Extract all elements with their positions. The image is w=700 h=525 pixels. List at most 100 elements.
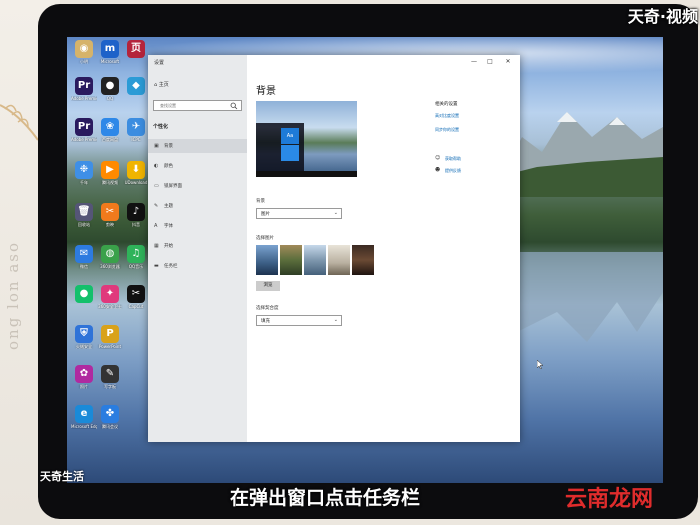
desktop-icon[interactable]: ◆ [123,77,149,96]
sidebar-item-3[interactable]: ▭ 锁屏界面 [148,179,247,193]
picture-thumb-1[interactable] [256,245,278,275]
desktop-icon[interactable]: 页 [123,40,149,59]
picture-thumb-2[interactable] [280,245,302,275]
desktop-icon-label: 百度网盘 [102,137,118,142]
app-icon: ● [75,285,93,303]
app-icon [127,325,145,343]
desktop-icon[interactable]: ⬇ UDownload [123,161,149,185]
sidebar-item-label: 开始 [164,244,173,249]
desktop-icon-label: 火绒安全 [76,344,92,349]
desktop-icon-label: 回收站 [78,222,90,227]
app-icon: Pr [75,118,93,136]
desktop-icon[interactable]: ● QQ [97,77,123,101]
related-settings-title: 相关的设置 [435,102,458,107]
desktop-icon[interactable]: ✤ 腾讯会议 [97,405,123,429]
desktop-icon[interactable]: ♫ QQ音乐 [123,245,149,269]
desktop-icon[interactable]: ✿ 照片 [71,365,97,389]
desktop-icon-label: 小明 [80,59,88,64]
desktop-icon[interactable]: P PowerPoint [97,325,123,349]
site-watermark: 云南龙网 [565,487,654,512]
app-icon [127,365,145,383]
sidebar-item-label: 颜色 [164,164,173,169]
app-icon: ✎ [101,365,119,383]
home-label: 主页 [158,82,169,88]
picture-thumb-3[interactable] [304,245,326,275]
desktop-icon-label: 剪映 [106,222,114,227]
mouse-cursor-icon [537,360,544,369]
nav-icon: ▭ [154,183,159,189]
desktop-icon[interactable]: ▶ 腾讯视频 [97,161,123,185]
get-help-link[interactable]: 获取帮助 [445,156,461,162]
sidebar-item-1[interactable]: ▣ 背景 [148,139,247,153]
search-input[interactable]: 查找设置 [153,100,242,111]
picture-thumb-4[interactable] [328,245,350,275]
feedback-link[interactable]: 提供反馈 [445,168,461,174]
desktop-icon[interactable]: ● [71,285,97,304]
desktop-icon[interactable]: ✦ 360安全卫士 [97,285,123,309]
preview-tile-2 [281,145,299,161]
desktop-icon[interactable]: ✂ CapCut [123,285,149,309]
desktop-icon[interactable]: ✂ 剪映 [97,203,123,227]
sidebar-item-6[interactable]: ▦ 开始 [148,239,247,253]
sync-settings-link[interactable]: 同步你的设置 [435,127,459,133]
help-icon: ☺ [435,155,441,161]
background-dropdown[interactable]: 图片 ⌄ [256,208,342,219]
desktop-icon[interactable]: ⛨ 火绒安全 [71,325,97,349]
app-icon: ⛨ [75,325,93,343]
sidebar-item-4[interactable]: ✎ 主题 [148,199,247,213]
page-title: 背景 [256,86,276,97]
app-icon: ● [101,77,119,95]
video-caption: 在弹出窗口点击任务栏 [230,487,421,509]
preview-taskbar [256,171,357,177]
desktop-icon[interactable]: 🗑 回收站 [71,203,97,227]
nav-icon: ▬ [154,263,159,269]
desktop-icon[interactable]: ✈ ICPC [123,118,149,142]
browse-button[interactable]: 浏览 [256,281,280,291]
feedback-icon: ☻ [435,167,441,173]
sidebar-item-5[interactable]: A 字体 [148,219,247,233]
high-contrast-link[interactable]: 高对比度设置 [435,113,459,119]
search-placeholder: 查找设置 [160,103,176,108]
desktop-icon[interactable]: PrAdobe Premiere [71,77,97,101]
app-icon: ♪ [127,203,145,221]
desktop-icon[interactable]: ❀ 百度网盘 [97,118,123,142]
sidebar-item-2[interactable]: ◐ 颜色 [148,159,247,173]
desktop-icon[interactable] [123,325,149,344]
app-icon: ✦ [101,285,119,303]
sidebar-item-label: 背景 [164,144,173,149]
desktop-icon[interactable]: ♪ 抖音 [123,203,149,227]
chevron-down-icon: ⌄ [333,317,338,323]
desktop-icon-label: 腾讯会议 [102,424,118,429]
brand-logo: 天奇生活 [40,470,84,483]
home-link[interactable]: ⌂ 主页 [154,81,169,88]
sidebar-item-label: 字体 [164,224,173,229]
desktop-icon-label: 千年 [80,180,88,185]
dried-leaf-decoration [0,104,39,141]
app-icon: ✈ [127,118,145,136]
desktop-icon[interactable] [123,365,149,384]
watermark: 天奇·视频 [627,7,698,26]
get-help-row[interactable]: ☺ 获取帮助 [435,155,505,163]
desktop-icon[interactable]: ❉ 千年 [71,161,97,185]
desktop-icon[interactable]: ✎ 写字板 [97,365,123,389]
picture-thumb-5[interactable] [352,245,374,275]
background-value: 图片 [261,212,270,217]
app-icon: ✿ [75,365,93,383]
fit-dropdown[interactable]: 填充 ⌄ [256,315,342,326]
settings-window[interactable]: 设置 ⌂ 主页 查找设置 个性化 ▣ 背景 ◐ 颜色 ▭ 锁屏界面 ✎ 主题 A 字体 ▦ 开始 ▬ 任务… [148,55,544,442]
feedback-row[interactable]: ☻ 提供反馈 [435,167,505,175]
sidebar-item-7[interactable]: ▬ 任务栏 [148,259,247,273]
desktop-icon-label: CapCut [128,304,144,309]
desktop-icon[interactable]: eMicrosoft Edge [71,405,97,429]
desktop-icon[interactable]: m Microsoft [97,40,123,64]
desktop-icon-label: Microsoft Edge [71,424,97,429]
desktop-icon-label: 360浏览器 [100,264,120,269]
lake-reflection [517,252,663,342]
app-icon: ⬇ [127,161,145,179]
desktop-icon[interactable]: ◍ 360浏览器 [97,245,123,269]
app-icon: 🗑 [75,203,93,221]
desktop-icon[interactable]: ✉ 微信 [71,245,97,269]
desktop-icon-label: Microsoft [100,59,120,64]
desktop-icon[interactable]: ◉ 小明 [71,40,97,64]
desktop-icon[interactable]: PrAdobe Premie... [71,118,97,142]
